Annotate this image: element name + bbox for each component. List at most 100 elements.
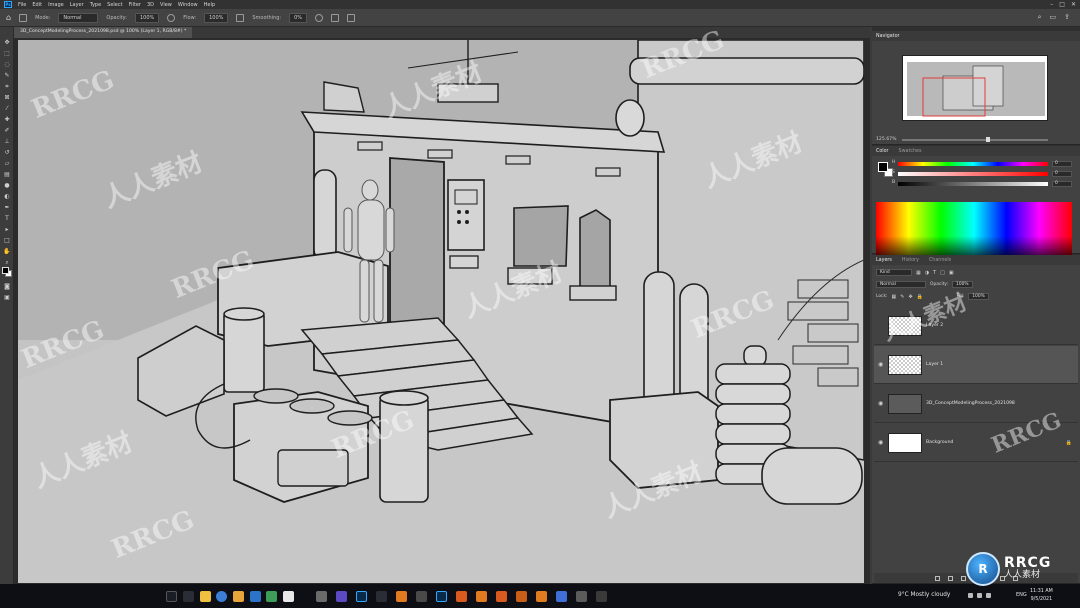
crop-tool-icon[interactable]: ⌗: [3, 83, 11, 90]
lock-all-icon[interactable]: 🔒: [917, 294, 923, 300]
app-icon[interactable]: [556, 591, 567, 602]
app-icon[interactable]: [336, 591, 347, 602]
layer-row[interactable]: Layer 2: [874, 307, 1078, 345]
tab-navigator[interactable]: Navigator: [876, 34, 899, 39]
tray-icon[interactable]: [986, 593, 991, 598]
close-icon[interactable]: ✕: [1071, 1, 1076, 8]
foreground-color-swatch[interactable]: [2, 267, 9, 274]
lock-image-icon[interactable]: ✎: [900, 294, 904, 300]
gradient-tool-icon[interactable]: ▤: [3, 171, 11, 178]
app-icon[interactable]: [376, 591, 387, 602]
navigator-preview[interactable]: [902, 55, 1048, 121]
menu-layer[interactable]: Layer: [70, 2, 84, 8]
menu-edit[interactable]: Edit: [32, 2, 42, 8]
filter-type-icon[interactable]: T: [933, 270, 936, 276]
tab-layers[interactable]: Layers: [876, 258, 892, 263]
layer-filter-select[interactable]: Kind: [876, 269, 912, 276]
app-icon[interactable]: [576, 591, 587, 602]
screen-mode-icon[interactable]: ▣: [3, 294, 11, 301]
healing-brush-tool-icon[interactable]: ✚: [3, 116, 11, 123]
tray-icon[interactable]: [968, 593, 973, 598]
app-icon[interactable]: [266, 591, 277, 602]
search-icon[interactable]: [166, 591, 177, 602]
app-icon[interactable]: [596, 591, 607, 602]
filter-pixel-icon[interactable]: ▦: [916, 270, 921, 276]
document-tab[interactable]: 3D_ConceptModelingProcess_2021098.psd @ …: [14, 27, 193, 38]
zoom-tool-icon[interactable]: ⌕: [3, 259, 11, 266]
search-icon[interactable]: ⌕: [1038, 13, 1042, 22]
saturation-value[interactable]: 0: [1052, 171, 1072, 177]
folder-icon[interactable]: [233, 591, 244, 602]
flow-field[interactable]: 100%: [204, 12, 229, 23]
language-indicator[interactable]: ENG: [1016, 592, 1027, 598]
smoothing-field[interactable]: 0%: [289, 12, 308, 23]
app-icon[interactable]: [316, 591, 327, 602]
layer-opacity-field[interactable]: 100%: [952, 281, 973, 288]
eyedropper-tool-icon[interactable]: ⁄: [3, 105, 11, 112]
menu-type[interactable]: Type: [90, 2, 101, 8]
zoom-slider-handle[interactable]: [986, 137, 990, 142]
link-layers-icon[interactable]: [934, 575, 940, 581]
menu-image[interactable]: Image: [48, 2, 64, 8]
clock[interactable]: 11:31 AM 9/5/2021: [1030, 588, 1053, 604]
navigator-zoom-value[interactable]: 125.67%: [876, 137, 896, 142]
photoshop-icon[interactable]: [436, 591, 447, 602]
workspace-icon[interactable]: ▭: [1050, 13, 1057, 22]
minimize-icon[interactable]: –: [1050, 1, 1053, 8]
eye-icon[interactable]: ◉: [878, 361, 883, 368]
menu-filter[interactable]: Filter: [129, 2, 141, 8]
hue-value[interactable]: 0: [1052, 161, 1072, 167]
menu-select[interactable]: Select: [107, 2, 122, 8]
brush-preset-icon[interactable]: [19, 13, 28, 22]
tab-swatches[interactable]: Swatches: [899, 149, 922, 154]
app-icon[interactable]: [283, 591, 294, 602]
brush-tool-icon[interactable]: ✐: [3, 127, 11, 134]
blend-mode-select[interactable]: Normal: [876, 281, 926, 288]
tab-history[interactable]: History: [902, 258, 919, 263]
clone-stamp-tool-icon[interactable]: ⊥: [3, 138, 11, 145]
task-view-icon[interactable]: [183, 591, 194, 602]
foreground-color-chip[interactable]: [878, 162, 888, 172]
menu-3d[interactable]: 3D: [147, 2, 154, 8]
weather-status[interactable]: 9°C Mostly cloudy: [898, 592, 950, 598]
symmetry-icon[interactable]: [347, 13, 356, 22]
mode-select[interactable]: Normal: [58, 12, 99, 23]
saturation-slider[interactable]: [898, 172, 1048, 176]
blur-tool-icon[interactable]: ●: [3, 182, 11, 189]
eye-icon[interactable]: ◉: [878, 439, 883, 446]
menu-view[interactable]: View: [160, 2, 172, 8]
frame-tool-icon[interactable]: ⊠: [3, 94, 11, 101]
filter-shape-icon[interactable]: □: [940, 270, 945, 276]
layer-name[interactable]: Layer 1: [926, 362, 943, 367]
quick-mask-icon[interactable]: ◙: [3, 283, 11, 290]
home-icon[interactable]: ⌂: [6, 13, 11, 22]
app-icon[interactable]: [536, 591, 547, 602]
layer-name[interactable]: 3D_ConceptModelingProcess_2021098: [926, 401, 1015, 406]
canvas-area[interactable]: [14, 38, 870, 584]
menu-help[interactable]: Help: [204, 2, 215, 8]
app-icon[interactable]: [516, 591, 527, 602]
filter-smart-object-icon[interactable]: ▣: [949, 270, 954, 276]
move-tool-icon[interactable]: ✥: [3, 39, 11, 46]
path-select-tool-icon[interactable]: ▸: [3, 226, 11, 233]
quick-select-tool-icon[interactable]: ✎: [3, 72, 11, 79]
fill-field[interactable]: 100%: [968, 293, 989, 300]
artwork-canvas[interactable]: [18, 40, 864, 583]
app-icon[interactable]: [416, 591, 427, 602]
opacity-field[interactable]: 100%: [134, 12, 160, 23]
app-icon[interactable]: [456, 591, 467, 602]
layer-row[interactable]: ◉ 3D_ConceptModelingProcess_2021098: [874, 385, 1078, 423]
blender-icon[interactable]: [396, 591, 407, 602]
pen-tool-icon[interactable]: ✒: [3, 204, 11, 211]
brightness-value[interactable]: 0: [1052, 181, 1072, 187]
mail-icon[interactable]: [250, 591, 261, 602]
airbrush-icon[interactable]: [236, 13, 245, 22]
hand-tool-icon[interactable]: ✋: [3, 248, 11, 255]
lock-position-icon[interactable]: ✥: [908, 294, 912, 300]
add-mask-icon[interactable]: [960, 575, 966, 581]
layer-row[interactable]: ◉ Background 🔒: [874, 424, 1078, 462]
file-explorer-icon[interactable]: [200, 591, 211, 602]
smoothing-settings-gear-icon[interactable]: [315, 13, 324, 22]
eraser-tool-icon[interactable]: ▱: [3, 160, 11, 167]
hue-slider[interactable]: [898, 162, 1048, 166]
